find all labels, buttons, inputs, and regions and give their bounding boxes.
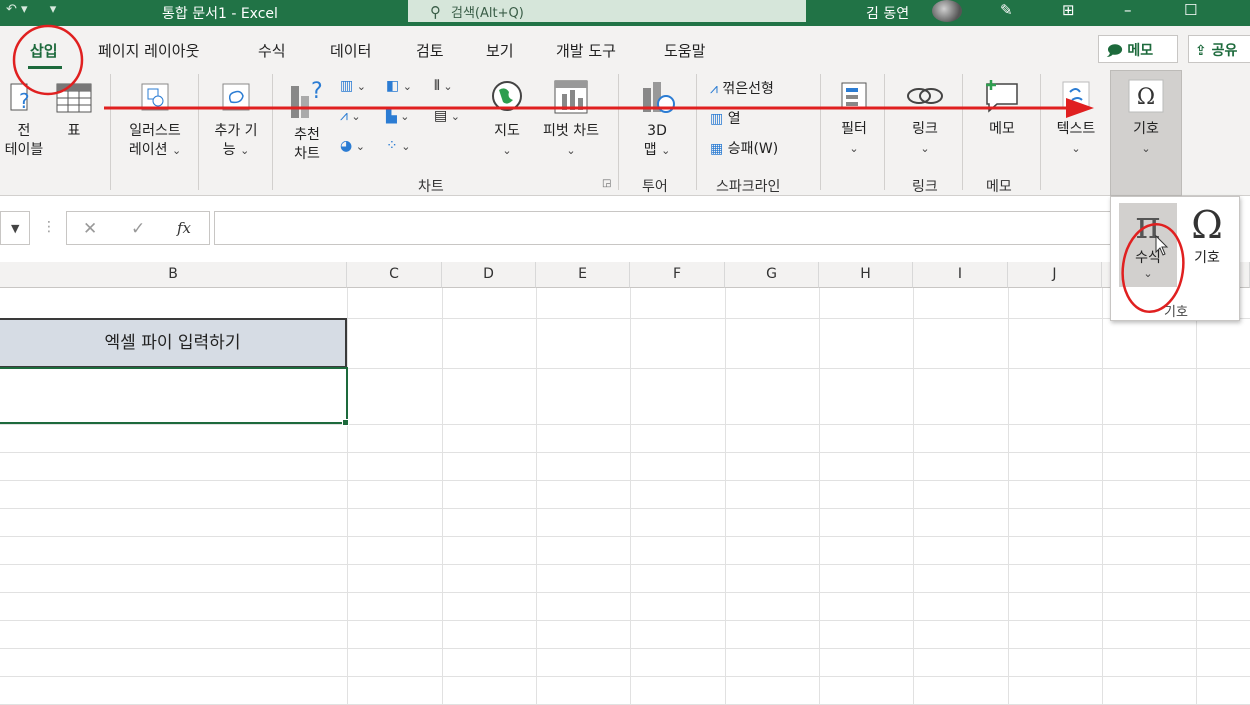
- annotation-overlay: [12, 24, 1185, 314]
- highlight-circle-insert-tab: [12, 24, 84, 96]
- highlight-circle-equation: [1121, 222, 1185, 314]
- annotation-arrow-head: [1066, 98, 1094, 118]
- mouse-cursor-icon: [1155, 234, 1169, 256]
